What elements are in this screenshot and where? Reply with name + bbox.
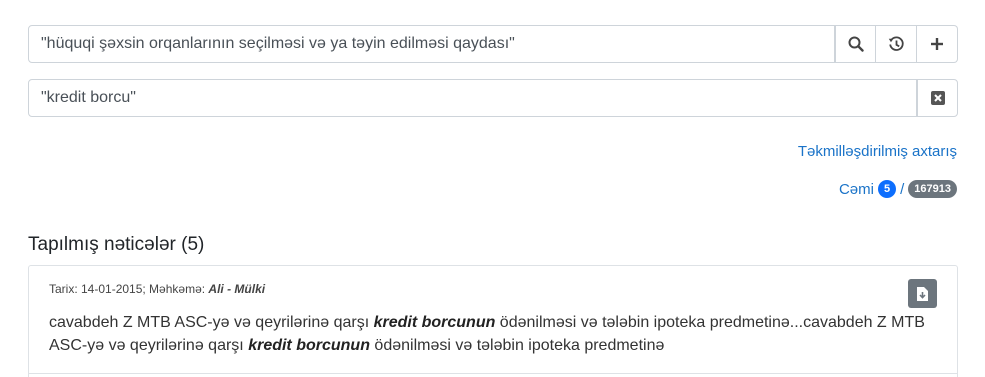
result-card: Tarix: 14-01-2015; Məhkəmə: Ali - Mülki …: [28, 265, 958, 377]
add-search-button[interactable]: [917, 25, 958, 63]
secondary-search-input[interactable]: [28, 79, 917, 117]
total-count: Cəmi 5 / 167913: [839, 180, 957, 198]
result-meta: Tarix: 14-01-2015; Məhkəmə: Ali - Mülki: [49, 282, 265, 296]
advanced-search-link[interactable]: Təkmilləşdirilmiş axtarış: [798, 143, 957, 160]
result-date: Tarix: 14-01-2015; Məhkəmə:: [49, 282, 206, 296]
secondary-search-group: [28, 79, 958, 117]
excerpt-text: cavabdeh Z MTB ASC-yə və qeyrilərinə qar…: [49, 314, 374, 331]
result-divider: [29, 373, 957, 374]
result-excerpt: cavabdeh Z MTB ASC-yə və qeyrilərinə qar…: [49, 311, 944, 357]
download-file-icon: [917, 286, 928, 301]
found-count-badge: 5: [877, 180, 897, 198]
search-icon: [848, 36, 864, 52]
primary-search-group: [28, 25, 958, 63]
all-count-badge: 167913: [908, 180, 957, 198]
plus-icon: [931, 38, 943, 50]
history-button[interactable]: [876, 25, 917, 63]
download-button[interactable]: [908, 279, 937, 308]
excerpt-highlight: kredit borcunun: [248, 337, 370, 354]
history-icon: [888, 35, 904, 51]
primary-search-input[interactable]: [28, 25, 835, 63]
excerpt-highlight: kredit borcunun: [373, 314, 496, 331]
clear-x-icon: [930, 91, 945, 105]
excerpt-text: ödənilməsi və tələbin ipoteka predmetinə: [369, 337, 665, 354]
total-label: Cəmi: [838, 180, 874, 198]
result-court: Ali - Mülki: [208, 282, 266, 296]
results-title: Tapılmış nəticələr (5): [28, 234, 205, 255]
search-button[interactable]: [835, 25, 876, 63]
clear-search-button[interactable]: [917, 79, 958, 117]
total-separator: /: [900, 180, 905, 198]
